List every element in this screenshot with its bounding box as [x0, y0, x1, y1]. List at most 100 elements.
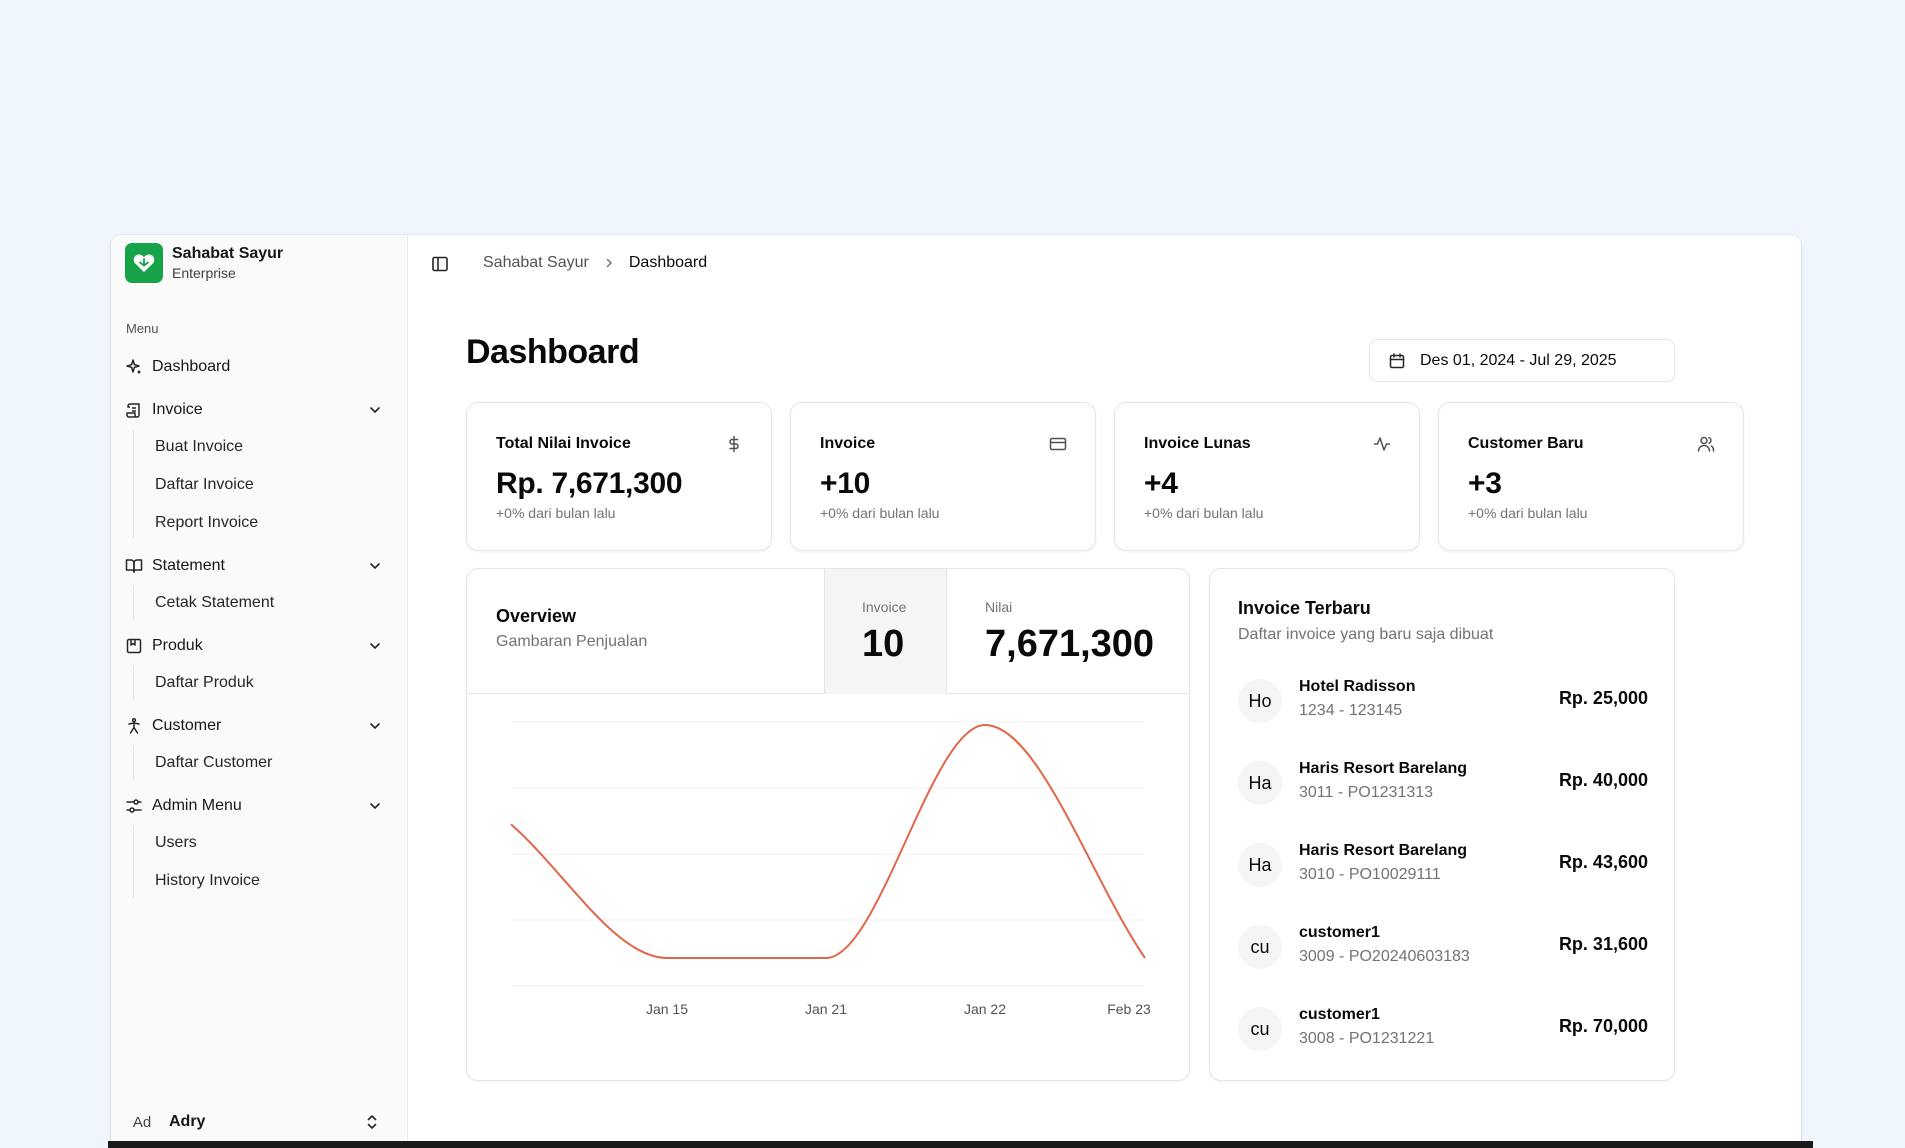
submenu-divider: [133, 666, 134, 700]
topbar: Sahabat Sayur Dashboard: [409, 235, 1801, 293]
bookmark-box-icon: [124, 636, 144, 656]
metric-invoice-toggle[interactable]: Invoice 10: [824, 569, 947, 694]
customer-name: Hotel Radisson: [1299, 678, 1416, 695]
avatar: Ha: [1238, 843, 1282, 887]
scroll-icon: [124, 400, 144, 420]
app-window: Sahabat Sayur Enterprise Menu Dashboard …: [111, 235, 1801, 1148]
users-icon: [1697, 435, 1715, 453]
breadcrumb-root[interactable]: Sahabat Sayur: [483, 254, 589, 272]
sidebar-item-dashboard[interactable]: Dashboard: [124, 352, 394, 382]
x-tick-label: Jan 21: [805, 1001, 847, 1017]
recent-description: Daftar invoice yang baru saja dibuat: [1238, 626, 1494, 643]
overview-line-chart[interactable]: Jan 15 Jan 21 Jan 22 Feb 23: [467, 694, 1190, 1081]
sidebar-item-statement[interactable]: Statement: [124, 551, 394, 581]
submenu-divider: [133, 586, 134, 620]
brand-name: Sahabat Sayur: [172, 245, 284, 262]
metric-nilai-toggle[interactable]: Nilai 7,671,300: [947, 569, 1189, 694]
sidebar-subitem-report-invoice[interactable]: Report Invoice: [155, 510, 258, 536]
recent-invoices-card: Invoice Terbaru Daftar invoice yang baru…: [1209, 568, 1675, 1081]
invoice-ref: 3008 - PO1231221: [1299, 1030, 1435, 1047]
chevron-down-icon[interactable]: [368, 639, 382, 658]
stat-change: +0% dari bulan lalu: [1144, 505, 1264, 521]
customer-name: customer1: [1299, 924, 1380, 941]
calendar-icon: [1388, 352, 1406, 370]
sidebar: Sahabat Sayur Enterprise Menu Dashboard …: [111, 235, 408, 1148]
avatar: Ho: [1238, 679, 1282, 723]
chevron-down-icon[interactable]: [368, 559, 382, 578]
sidebar-item-customer[interactable]: Customer: [124, 711, 394, 741]
menu-section-label: Menu: [126, 321, 159, 336]
sidebar-subitem-buat-invoice[interactable]: Buat Invoice: [155, 434, 243, 460]
invoice-amount: Rp. 25,000: [1558, 688, 1648, 708]
main-content: Sahabat Sayur Dashboard Dashboard Des 01…: [409, 235, 1801, 1148]
activity-icon: [1373, 435, 1391, 453]
chevron-down-icon[interactable]: [368, 719, 382, 738]
person-icon: [124, 716, 144, 736]
heart-leaf-icon: [125, 243, 163, 283]
credit-card-icon: [1049, 435, 1067, 453]
sidebar-item-label: Invoice: [152, 401, 203, 418]
stat-card-total-nilai: Total Nilai Invoice Rp. 7,671,300 +0% da…: [466, 402, 772, 551]
chart-series-line: [510, 723, 1146, 959]
window-bottom-edge: [108, 1141, 1813, 1148]
invoice-ref: 3010 - PO10029111: [1299, 866, 1441, 883]
stat-change: +0% dari bulan lalu: [496, 505, 616, 521]
x-tick-label: Jan 15: [646, 1001, 688, 1017]
chevron-down-icon[interactable]: [368, 799, 382, 818]
stat-title: Customer Baru: [1468, 435, 1584, 452]
metric-label: Nilai: [985, 599, 1013, 615]
chevrons-up-down-icon: [365, 1113, 379, 1136]
stat-change: +0% dari bulan lalu: [1468, 505, 1588, 521]
stat-change: +0% dari bulan lalu: [820, 505, 940, 521]
sidebar-subitem-users[interactable]: Users: [155, 830, 197, 856]
list-item[interactable]: Ha Haris Resort Barelang 3010 - PO100291…: [1238, 840, 1648, 890]
user-menu[interactable]: Ad Adry: [125, 1102, 395, 1142]
submenu-divider: [133, 826, 134, 898]
invoice-amount: Rp. 31,600: [1558, 934, 1648, 954]
invoice-amount: Rp. 70,000: [1558, 1016, 1648, 1036]
avatar: Ad: [132, 1113, 152, 1131]
customer-name: customer1: [1299, 1006, 1380, 1023]
overview-description: Gambaran Penjualan: [496, 633, 648, 650]
sidebar-subitem-history-invoice[interactable]: History Invoice: [155, 868, 260, 894]
sidebar-item-label: Customer: [152, 717, 222, 734]
sidebar-item-produk[interactable]: Produk: [124, 631, 394, 661]
stat-value: +10: [820, 467, 870, 500]
breadcrumb-current: Dashboard: [628, 254, 708, 271]
sidebar-subitem-daftar-invoice[interactable]: Daftar Invoice: [155, 472, 254, 498]
stat-card-invoice-lunas: Invoice Lunas +4 +0% dari bulan lalu: [1114, 402, 1420, 551]
sidebar-item-admin-menu[interactable]: Admin Menu: [124, 791, 394, 821]
date-range-text: Des 01, 2024 - Jul 29, 2025: [1420, 351, 1617, 369]
brand[interactable]: Sahabat Sayur Enterprise: [125, 243, 283, 283]
book-open-icon: [124, 556, 144, 576]
user-name: Adry: [169, 1113, 206, 1130]
sidebar-item-label: Statement: [152, 557, 225, 574]
x-tick-label: Feb 23: [1107, 1001, 1151, 1017]
list-item[interactable]: cu customer1 3008 - PO1231221 Rp. 70,000: [1238, 1004, 1648, 1054]
list-item[interactable]: cu customer1 3009 - PO20240603183 Rp. 31…: [1238, 922, 1648, 972]
customer-name: Haris Resort Barelang: [1299, 760, 1468, 777]
avatar: cu: [1238, 1007, 1282, 1051]
overview-title: Overview: [496, 606, 577, 626]
invoice-amount: Rp. 40,000: [1558, 770, 1648, 790]
stat-card-customer-baru: Customer Baru +3 +0% dari bulan lalu: [1438, 402, 1744, 551]
stat-title: Invoice: [820, 435, 876, 452]
invoice-amount: Rp. 43,600: [1558, 852, 1648, 872]
sliders-icon: [124, 796, 144, 816]
chevron-down-icon[interactable]: [368, 403, 382, 422]
date-range-picker[interactable]: Des 01, 2024 - Jul 29, 2025: [1369, 339, 1675, 382]
sidebar-item-invoice[interactable]: Invoice: [124, 395, 394, 425]
breadcrumb: Sahabat Sayur Dashboard: [483, 254, 707, 272]
sidebar-toggle-icon[interactable]: [430, 254, 450, 274]
list-item[interactable]: Ha Haris Resort Barelang 3011 - PO123131…: [1238, 758, 1648, 808]
metric-value: 7,671,300: [985, 623, 1155, 665]
sidebar-subitem-cetak-statement[interactable]: Cetak Statement: [155, 590, 274, 616]
sidebar-item-label: Dashboard: [152, 358, 231, 375]
sidebar-subitem-daftar-customer[interactable]: Daftar Customer: [155, 750, 272, 776]
list-item[interactable]: Ho Hotel Radisson 1234 - 123145 Rp. 25,0…: [1238, 676, 1648, 726]
sidebar-subitem-daftar-produk[interactable]: Daftar Produk: [155, 670, 254, 696]
chevron-right-icon: [603, 257, 615, 269]
x-tick-label: Jan 22: [964, 1001, 1006, 1017]
overview-header: Overview Gambaran Penjualan Invoice 10 N…: [467, 569, 1189, 694]
stat-value: +3: [1468, 467, 1502, 500]
